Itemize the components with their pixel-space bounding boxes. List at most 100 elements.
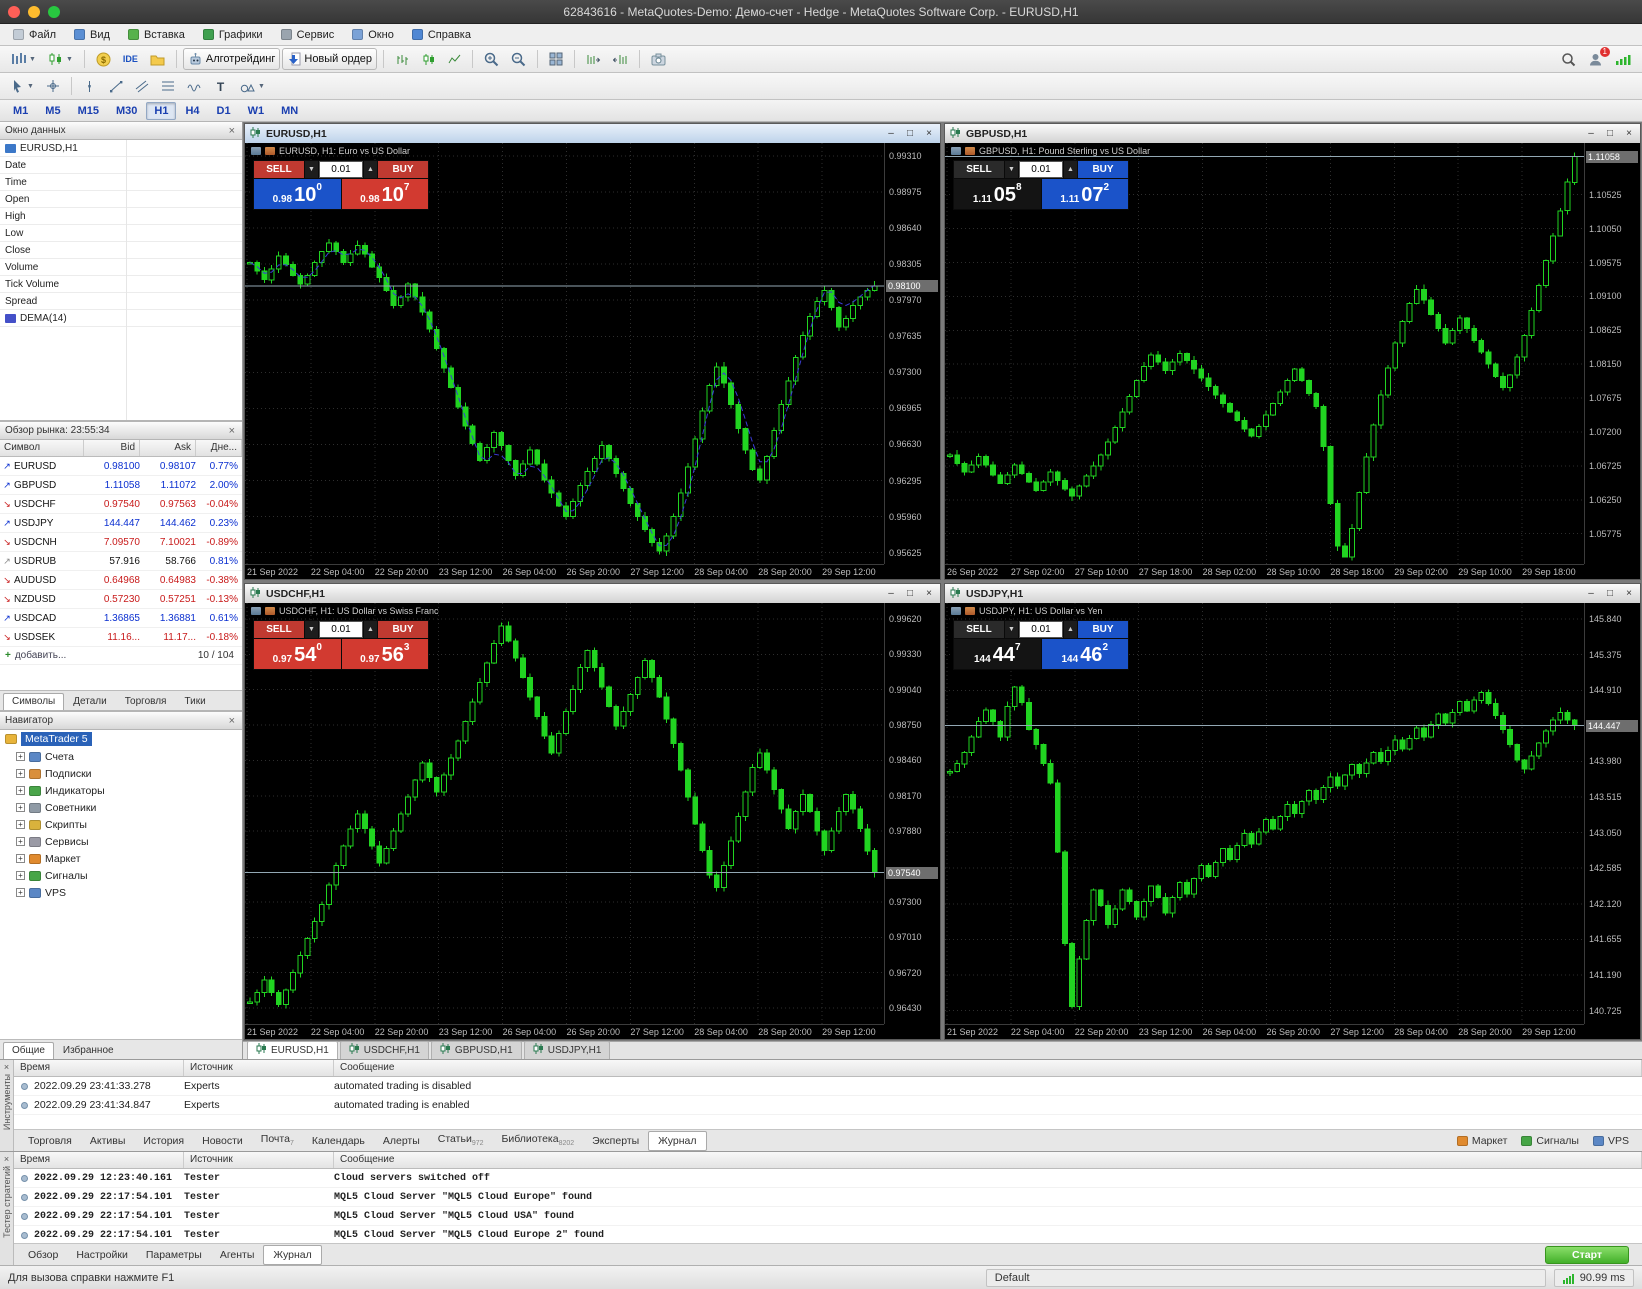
profiles-button[interactable]: ▼ — [43, 48, 78, 70]
trendline-tool-button[interactable] — [104, 75, 128, 97]
column-header[interactable]: Сообщение — [334, 1060, 1642, 1076]
timeframe-m5[interactable]: M5 — [37, 102, 68, 120]
sell-tab[interactable]: SELL — [254, 161, 304, 178]
navigator-item-5[interactable]: + Скрипты — [0, 816, 242, 833]
market-watch-row[interactable]: ↘ USDSEK 11.16... 11.17... -0.18% — [0, 628, 242, 647]
navigator-item-6[interactable]: + Сервисы — [0, 833, 242, 850]
journal-row[interactable]: 2022.09.29 22:17:54.101 Tester MQL5 Cloud … — [14, 1226, 1642, 1243]
toolbox-tab-4[interactable]: Новости — [193, 1132, 252, 1150]
timeframe-d1[interactable]: D1 — [209, 102, 239, 120]
sell-tab[interactable]: SELL — [254, 621, 304, 638]
sell-button[interactable]: 1.11 05 8 — [954, 179, 1041, 209]
start-button[interactable]: Старт — [1545, 1245, 1629, 1264]
volume-input[interactable]: 0.01 — [1019, 621, 1063, 638]
journal-row[interactable]: 2022.09.29 23:41:34.847 Experts automated … — [14, 1096, 1642, 1115]
expand-icon[interactable]: + — [16, 752, 25, 761]
navigator-item-3[interactable]: + Индикаторы — [0, 782, 242, 799]
market-watch-row[interactable]: ↗ GBPUSD 1.11058 1.11072 2.00% — [0, 476, 242, 495]
toolbox-tab-3[interactable]: История — [134, 1132, 193, 1150]
timeframe-h4[interactable]: H4 — [177, 102, 207, 120]
toolbox-tab-1[interactable]: Торговля — [19, 1132, 81, 1150]
toolbox-tab-6[interactable]: Календарь — [303, 1132, 374, 1150]
journal-row[interactable]: 2022.09.29 22:17:54.101 Tester MQL5 Cloud … — [14, 1188, 1642, 1207]
navigator-item-2[interactable]: + Подписки — [0, 765, 242, 782]
journal-row[interactable]: 2022.09.29 23:41:33.278 Experts automated … — [14, 1077, 1642, 1096]
navigator-item-9[interactable]: + VPS — [0, 884, 242, 901]
navigator-root[interactable]: MetaTrader 5 — [0, 730, 242, 748]
data-window-row[interactable]: DEMA(14) — [0, 310, 242, 327]
toolbox-tab-10[interactable]: Эксперты — [583, 1132, 648, 1150]
buy-tab[interactable]: BUY — [378, 621, 428, 638]
market-watch-row[interactable]: ↗ USDCAD 1.36865 1.36881 0.61% — [0, 609, 242, 628]
new-order-button[interactable]: Новый ордер — [282, 48, 378, 70]
maximize-chart-button[interactable]: □ — [1604, 128, 1616, 139]
new-chart-button[interactable]: ▼ — [6, 48, 41, 70]
menu-item-3[interactable]: Вставка — [119, 27, 194, 43]
data-window-row[interactable]: Low — [0, 225, 242, 242]
menu-item-5[interactable]: Сервис — [272, 27, 344, 43]
profile-selector[interactable]: Default — [985, 1268, 1546, 1287]
timeframe-m1[interactable]: M1 — [5, 102, 36, 120]
expand-icon[interactable]: + — [16, 854, 25, 863]
toolbox-tab-11[interactable]: Журнал — [648, 1130, 707, 1151]
chart-shift-button[interactable] — [608, 48, 633, 70]
metaeditor-button[interactable]: IDE — [118, 48, 143, 70]
column-header[interactable]: Время — [14, 1152, 184, 1168]
line-chart-mode-button[interactable] — [442, 48, 466, 70]
journal-row[interactable]: 2022.09.29 22:17:54.101 Tester MQL5 Cloud … — [14, 1207, 1642, 1226]
menu-item-4[interactable]: Графики — [194, 27, 272, 43]
navigator-titlebar[interactable]: Навигатор × — [0, 712, 242, 730]
buy-button[interactable]: 1.11 07 2 — [1041, 179, 1128, 209]
channel-tool-button[interactable] — [130, 75, 154, 97]
text-tool-button[interactable]: T — [209, 75, 233, 97]
tester-tab-5[interactable]: Журнал — [263, 1244, 322, 1265]
maximize-chart-button[interactable]: □ — [904, 128, 916, 139]
buy-tab[interactable]: BUY — [378, 161, 428, 178]
menu-item-7[interactable]: Справка — [403, 27, 480, 43]
toolbox-tab-7[interactable]: Алерты — [374, 1132, 429, 1150]
tester-tab-3[interactable]: Параметры — [137, 1246, 211, 1264]
data-folder-button[interactable] — [145, 48, 170, 70]
expand-icon[interactable]: + — [16, 786, 25, 795]
data-window-row[interactable]: Open — [0, 191, 242, 208]
column-header[interactable]: Дне... — [196, 440, 242, 456]
vps-button[interactable]: VPS — [1592, 1135, 1629, 1147]
close-window-button[interactable] — [8, 5, 20, 18]
maximize-chart-button[interactable]: □ — [1604, 588, 1616, 599]
titlebar[interactable]: 62843616 - MetaQuotes-Demo: Демо-счет - … — [0, 0, 1642, 24]
volume-decrease-button[interactable]: ▼ — [305, 621, 318, 638]
expand-icon[interactable]: + — [16, 888, 25, 897]
chart-window-gbpusd[interactable]: GBPUSD,H1 – □ × 1.10525 1.10050 1.09575 1.09100… — [944, 123, 1641, 580]
close-icon[interactable]: × — [227, 125, 237, 137]
column-header[interactable]: Источник — [184, 1152, 334, 1168]
toolbox-tab-5[interactable]: Почта7 — [252, 1130, 303, 1150]
close-icon[interactable]: × — [227, 715, 237, 727]
market-depth-icon[interactable] — [251, 607, 261, 615]
cursor-tool-button[interactable]: ▼ — [6, 75, 39, 97]
minimize-chart-button[interactable]: – — [885, 128, 897, 139]
tester-tab-4[interactable]: Агенты — [211, 1246, 264, 1264]
buy-tab[interactable]: BUY — [1078, 621, 1128, 638]
tile-windows-button[interactable] — [544, 48, 568, 70]
menu-item-2[interactable]: Вид — [65, 27, 119, 43]
minimize-chart-button[interactable]: – — [1585, 588, 1597, 599]
sell-button[interactable]: 0.98 10 0 — [254, 179, 341, 209]
shapes-tool-button[interactable]: ▼ — [235, 75, 270, 97]
search-button[interactable] — [1556, 48, 1581, 70]
sell-button[interactable]: 144 44 7 — [954, 639, 1041, 669]
data-window-row[interactable]: Close — [0, 242, 242, 259]
tester-tab-1[interactable]: Обзор — [19, 1246, 67, 1264]
data-window-row[interactable]: Spread — [0, 293, 242, 310]
close-chart-button[interactable]: × — [1623, 128, 1635, 139]
timeframe-m15[interactable]: M15 — [70, 102, 107, 120]
close-chart-button[interactable]: × — [923, 588, 935, 599]
chart-tab-usdchf[interactable]: USDCHF,H1 — [339, 1041, 429, 1059]
navigator-tab-2[interactable]: Избранное — [54, 1042, 123, 1059]
expand-icon[interactable]: + — [16, 871, 25, 880]
navigator-item-1[interactable]: + Счета — [0, 748, 242, 765]
algotrading-button[interactable]: Алготрейдинг — [182, 48, 281, 70]
data-window-row[interactable]: Tick Volume — [0, 276, 242, 293]
expand-icon[interactable]: + — [16, 769, 25, 778]
buy-button[interactable]: 0.97 56 3 — [341, 639, 428, 669]
market-depth-icon[interactable] — [951, 607, 961, 615]
